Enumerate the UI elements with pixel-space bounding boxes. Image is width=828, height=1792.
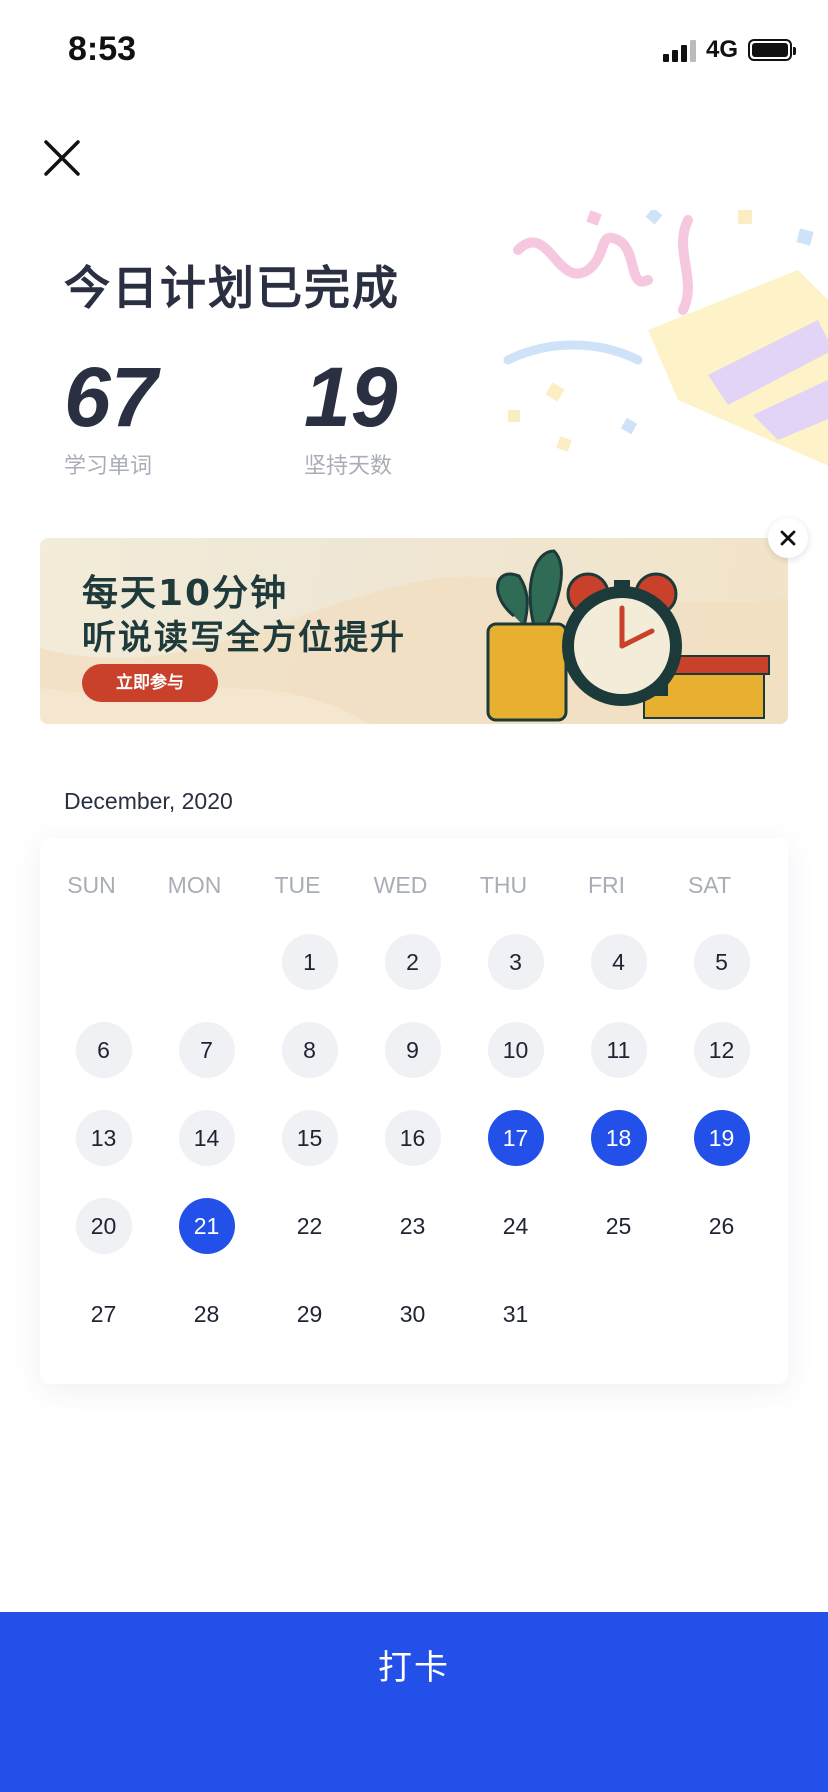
- stat-label: 坚持天数: [304, 454, 393, 479]
- calendar-day[interactable]: 20: [75, 1198, 132, 1254]
- weekday-label: FRI: [587, 872, 626, 898]
- calendar-day[interactable]: 9: [384, 1022, 441, 1078]
- status-time: 8:53: [68, 30, 137, 68]
- status-right: 4G: [662, 36, 796, 64]
- weekday-label: THU: [479, 872, 528, 898]
- weekday-label: TUE: [274, 872, 321, 898]
- calendar-day[interactable]: 26: [694, 1198, 750, 1254]
- calendar-day[interactable]: 6: [75, 1022, 132, 1078]
- calendar-day[interactable]: 15: [281, 1110, 338, 1166]
- banner-subheadline: 听说读写全方位提升: [82, 618, 406, 658]
- calendar-day[interactable]: 16: [384, 1110, 441, 1166]
- confetti-decoration: [503, 210, 828, 466]
- banner-close-button[interactable]: [768, 518, 808, 558]
- calendar-day[interactable]: 27: [76, 1286, 132, 1342]
- battery-icon: [748, 39, 796, 61]
- promo-banner[interactable]: 每天10分钟 听说读写全方位提升 立即参与: [40, 538, 788, 724]
- calendar-day[interactable]: 22: [282, 1198, 338, 1254]
- close-icon: [780, 530, 796, 546]
- calendar-day[interactable]: 11: [590, 1022, 647, 1078]
- calendar-day[interactable]: 29: [282, 1286, 338, 1342]
- weekday-header: SUN MON TUE WED THU FRI SAT: [40, 838, 788, 932]
- weekday-label: WED: [373, 872, 428, 898]
- calendar-day[interactable]: 7: [178, 1022, 235, 1078]
- stat-words: 67 学习单词: [64, 352, 157, 480]
- calendar-day[interactable]: 4: [590, 934, 647, 990]
- calendar: SUN MON TUE WED THU FRI SAT 1 2 3 4 5 6 7 8 9 10 1…: [40, 838, 788, 1384]
- calendar-day[interactable]: 14: [178, 1110, 235, 1166]
- stat-value: 19: [304, 350, 398, 444]
- calendar-month-label: December, 2020: [64, 788, 233, 814]
- weekday-label: SAT: [687, 872, 732, 898]
- calendar-day[interactable]: 3: [487, 934, 544, 990]
- calendar-day[interactable]: 24: [488, 1198, 544, 1254]
- calendar-day[interactable]: 2: [384, 934, 441, 990]
- clock-plant-illustration: [486, 549, 770, 722]
- calendar-day[interactable]: 10: [487, 1022, 544, 1078]
- calendar-day[interactable]: 25: [591, 1198, 647, 1254]
- calendar-day[interactable]: 12: [693, 1022, 750, 1078]
- calendar-day[interactable]: 31: [488, 1286, 544, 1342]
- join-now-button[interactable]: 立即参与: [82, 664, 218, 702]
- calendar-day[interactable]: 13: [75, 1110, 132, 1166]
- calendar-day[interactable]: 30: [385, 1286, 441, 1342]
- stat-value: 67: [64, 350, 158, 444]
- weekday-label: SUN: [67, 872, 116, 898]
- calendar-day[interactable]: 17: [487, 1110, 544, 1166]
- stat-streak: 19 坚持天数: [304, 352, 397, 480]
- weekday-label: MON: [167, 872, 222, 898]
- checkin-button[interactable]: 打卡: [0, 1612, 828, 1792]
- stat-label: 学习单词: [64, 454, 153, 479]
- calendar-day[interactable]: 8: [281, 1022, 338, 1078]
- calendar-day[interactable]: 23: [385, 1198, 441, 1254]
- calendar-day[interactable]: 1: [281, 934, 338, 990]
- page-title: 今日计划已完成: [64, 261, 400, 315]
- calendar-day[interactable]: 21: [178, 1198, 235, 1254]
- calendar-day[interactable]: 5: [693, 934, 750, 990]
- calendar-day[interactable]: 28: [179, 1286, 235, 1342]
- close-button[interactable]: [40, 136, 84, 180]
- network-label: 4G: [705, 36, 738, 63]
- status-bar: 8:53 4G: [0, 0, 828, 100]
- calendar-day[interactable]: 18: [590, 1110, 647, 1166]
- banner-headline: 每天10分钟: [82, 573, 289, 614]
- close-icon: [44, 140, 80, 176]
- calendar-day[interactable]: 19: [693, 1110, 750, 1166]
- signal-icon: [662, 38, 696, 62]
